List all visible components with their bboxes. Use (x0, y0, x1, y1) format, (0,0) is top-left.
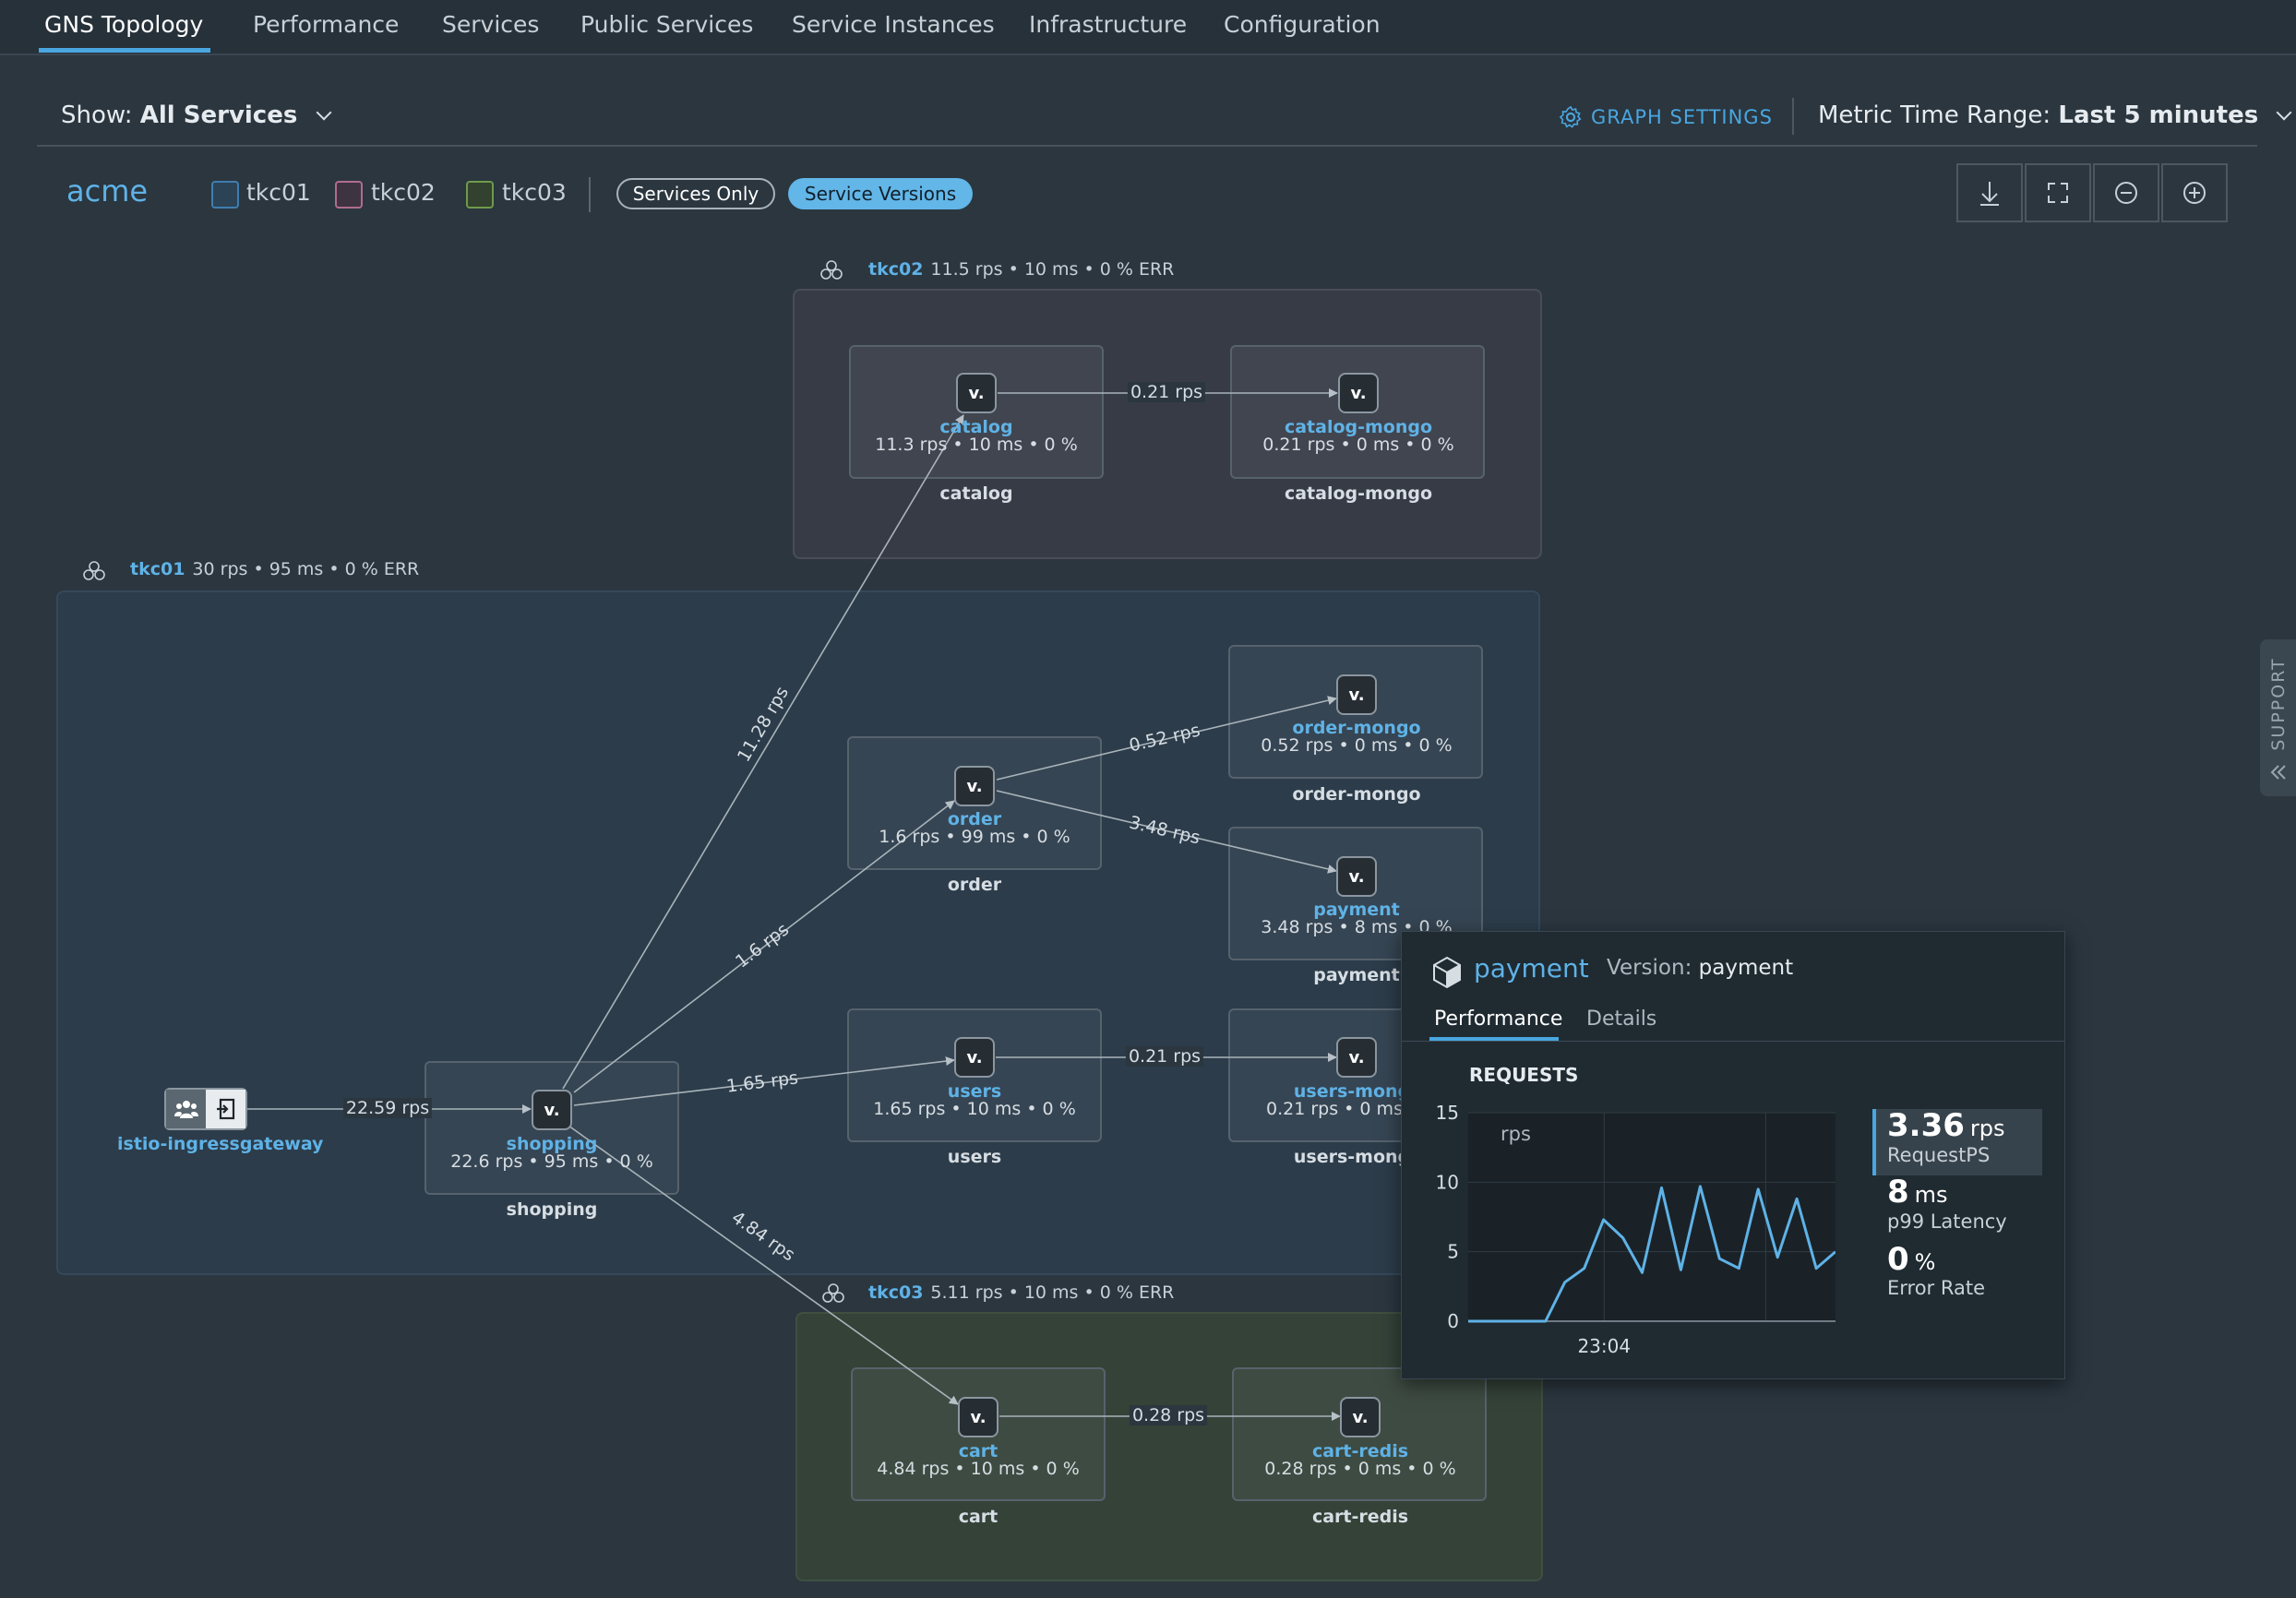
support-tab[interactable]: SUPPORT (2260, 639, 2296, 796)
metric-latency-name: p99 Latency (1887, 1210, 2007, 1233)
chart-y-tick-label: 15 (1436, 1102, 1459, 1124)
metric-unit: rps (1969, 1115, 2005, 1141)
service-stats-users: 1.65 rps • 10 ms • 0 % (873, 1099, 1076, 1119)
edge-label-users-mongo: 0.21 rps (1125, 1046, 1204, 1067)
metric-latency-value: 8 ms (1887, 1174, 1948, 1210)
version-badge[interactable]: v. (1336, 674, 1377, 715)
service-label-shopping: shopping (506, 1199, 598, 1220)
version-badge[interactable]: v. (1340, 1397, 1381, 1437)
edge-label-cart-redis: 0.28 rps (1129, 1405, 1208, 1425)
metric-unit: ms (1914, 1182, 1948, 1208)
metric-requestps-name: RequestPS (1887, 1144, 1991, 1166)
popup-tab-performance[interactable]: Performance (1434, 1008, 1562, 1031)
version-badge[interactable]: v. (532, 1090, 572, 1130)
popup-tab-details[interactable]: Details (1586, 1008, 1656, 1031)
service-label-order-mongo: order-mongo (1292, 784, 1421, 805)
chart-y-tick-label: 0 (1447, 1310, 1459, 1332)
chart-x-tick-label: 23:04 (1577, 1335, 1631, 1357)
double-chevron-left-icon (2270, 765, 2286, 780)
service-stats-order: 1.6 rps • 99 ms • 0 % (879, 827, 1070, 847)
service-cube-icon (1433, 956, 1461, 989)
chart-y-tick-label: 10 (1436, 1171, 1459, 1193)
service-stats-cart-redis: 0.28 rps • 0 ms • 0 % (1264, 1459, 1456, 1479)
edge-label-gateway-shopping: 22.59 rps (342, 1098, 433, 1118)
version-badge[interactable]: v. (958, 1397, 999, 1437)
popup-service-name[interactable]: payment (1474, 953, 1589, 984)
edge-label-catalog-mongo: 0.21 rps (1127, 382, 1206, 402)
users-group-icon (166, 1090, 206, 1128)
chart-y-tick-label: 5 (1447, 1241, 1459, 1263)
version-badge[interactable]: v. (1336, 1037, 1377, 1078)
version-badge[interactable]: v. (954, 766, 995, 806)
support-label: SUPPORT (2268, 657, 2289, 751)
service-label-catalog-mongo: catalog-mongo (1284, 483, 1433, 504)
service-stats-order-mongo: 0.52 rps • 0 ms • 0 % (1261, 735, 1453, 756)
service-label-users: users (947, 1147, 1002, 1167)
popup-tab-divider (1402, 1041, 2064, 1042)
version-badge[interactable]: v. (956, 373, 997, 413)
version-badge[interactable]: v. (1338, 373, 1379, 413)
requests-line-chart: 0 5 10 15 rps 23:04 (1436, 1102, 1836, 1357)
service-label-cart-redis: cart-redis (1311, 1507, 1409, 1527)
metric-value: 8 (1887, 1174, 1909, 1210)
popup-version: Version: payment (1607, 956, 1793, 980)
chart-y-axis-label: rps (1501, 1123, 1531, 1145)
version-badge[interactable]: v. (954, 1037, 995, 1078)
service-label-cart: cart (958, 1507, 999, 1527)
gateway-name[interactable]: istio-ingressgateway (117, 1134, 323, 1154)
service-stats-users-mongo: 0.21 rps • 0 ms (1266, 1099, 1403, 1119)
service-label-order: order (947, 875, 1002, 895)
metric-unit: % (1914, 1249, 1936, 1275)
service-stats-cart: 4.84 rps • 10 ms • 0 % (877, 1459, 1080, 1479)
metric-requestps-value: 3.36 rps (1887, 1107, 2005, 1144)
metric-error-rate-value: 0% (1887, 1241, 1935, 1278)
metric-error-rate-name: Error Rate (1887, 1277, 1986, 1299)
service-detail-popup: payment Version: payment Performance Det… (1401, 931, 2065, 1379)
gateway-node[interactable] (164, 1088, 247, 1130)
metric-value: 0 (1887, 1241, 1909, 1278)
service-label-payment: payment (1313, 965, 1400, 985)
service-stats-catalog-mongo: 0.21 rps • 0 ms • 0 % (1262, 435, 1454, 455)
metric-value: 3.36 (1887, 1107, 1965, 1144)
service-label-catalog: catalog (939, 483, 1013, 504)
version-value: payment (1698, 956, 1794, 980)
service-label-users-mongo: users-mong (1293, 1147, 1411, 1167)
edge-shopping-catalog[interactable] (562, 414, 964, 1090)
version-label: Version: (1607, 956, 1692, 980)
service-stats-shopping: 22.6 rps • 95 ms • 0 % (450, 1151, 653, 1172)
service-stats-catalog: 11.3 rps • 10 ms • 0 % (875, 435, 1078, 455)
login-door-icon (206, 1090, 245, 1128)
version-badge[interactable]: v. (1336, 856, 1377, 897)
